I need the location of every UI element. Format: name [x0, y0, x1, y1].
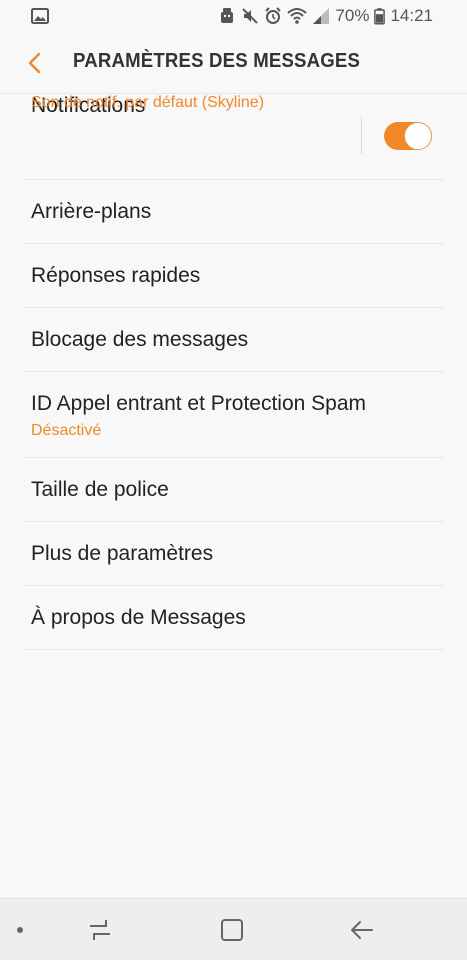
recents-icon	[90, 920, 110, 940]
setting-blocage-messages[interactable]: Blocage des messages	[24, 308, 444, 372]
arrow-left-icon	[351, 921, 373, 939]
status-bar: 70% 14:21	[0, 0, 467, 32]
setting-subtitle: Désactivé	[31, 422, 102, 439]
wifi-icon	[287, 8, 308, 24]
app-header: PARAMÈTRES DES MESSAGES	[0, 32, 467, 94]
setting-plus-parametres[interactable]: Plus de paramètres	[24, 522, 444, 586]
notifications-toggle[interactable]	[384, 122, 432, 150]
back-button[interactable]	[22, 50, 48, 76]
setting-id-appel-spam[interactable]: ID Appel entrant et Protection Spam Désa…	[24, 372, 444, 458]
nav-hide-dot[interactable]	[17, 927, 23, 933]
page-title: PARAMÈTRES DES MESSAGES	[73, 50, 361, 72]
setting-label: Taille de police	[31, 478, 169, 501]
screen: 70% 14:21 PARAMÈTRES DES MESSAGES Notifi…	[0, 0, 467, 960]
setting-label: Blocage des messages	[31, 328, 249, 351]
vertical-divider	[361, 116, 362, 154]
battery-percent: 70%	[335, 6, 370, 25]
setting-label: Réponses rapides	[31, 264, 201, 287]
chevron-left-icon	[28, 52, 41, 74]
back-nav-button[interactable]	[348, 916, 376, 944]
gallery-notification-icon	[31, 8, 49, 24]
battery-icon	[374, 8, 386, 25]
clock: 14:21	[390, 6, 433, 25]
android-icon	[221, 8, 234, 23]
setting-label: À propos de Messages	[31, 606, 246, 629]
toggle-knob	[404, 122, 432, 150]
setting-a-propos[interactable]: À propos de Messages	[24, 586, 444, 650]
home-icon	[221, 919, 243, 941]
home-button[interactable]	[218, 916, 246, 944]
setting-label: ID Appel entrant et Protection Spam	[31, 392, 367, 415]
navigation-bar	[0, 898, 467, 960]
mute-icon	[242, 8, 259, 24]
setting-label: Arrière-plans	[31, 200, 152, 223]
setting-reponses-rapides[interactable]: Réponses rapides	[24, 244, 444, 308]
recents-button[interactable]	[86, 916, 114, 944]
alarm-icon	[265, 7, 282, 24]
settings-list: Notifications Son de notif. par défaut (…	[0, 94, 467, 650]
setting-label: Plus de paramètres	[31, 542, 214, 565]
setting-notifications[interactable]: Notifications Son de notif. par défaut (…	[24, 94, 444, 180]
setting-taille-police[interactable]: Taille de police	[24, 458, 444, 522]
signal-icon	[313, 8, 330, 24]
setting-subtitle: Son de notif. par défaut (Skyline)	[31, 94, 265, 111]
setting-arriere-plans[interactable]: Arrière-plans	[24, 180, 444, 244]
